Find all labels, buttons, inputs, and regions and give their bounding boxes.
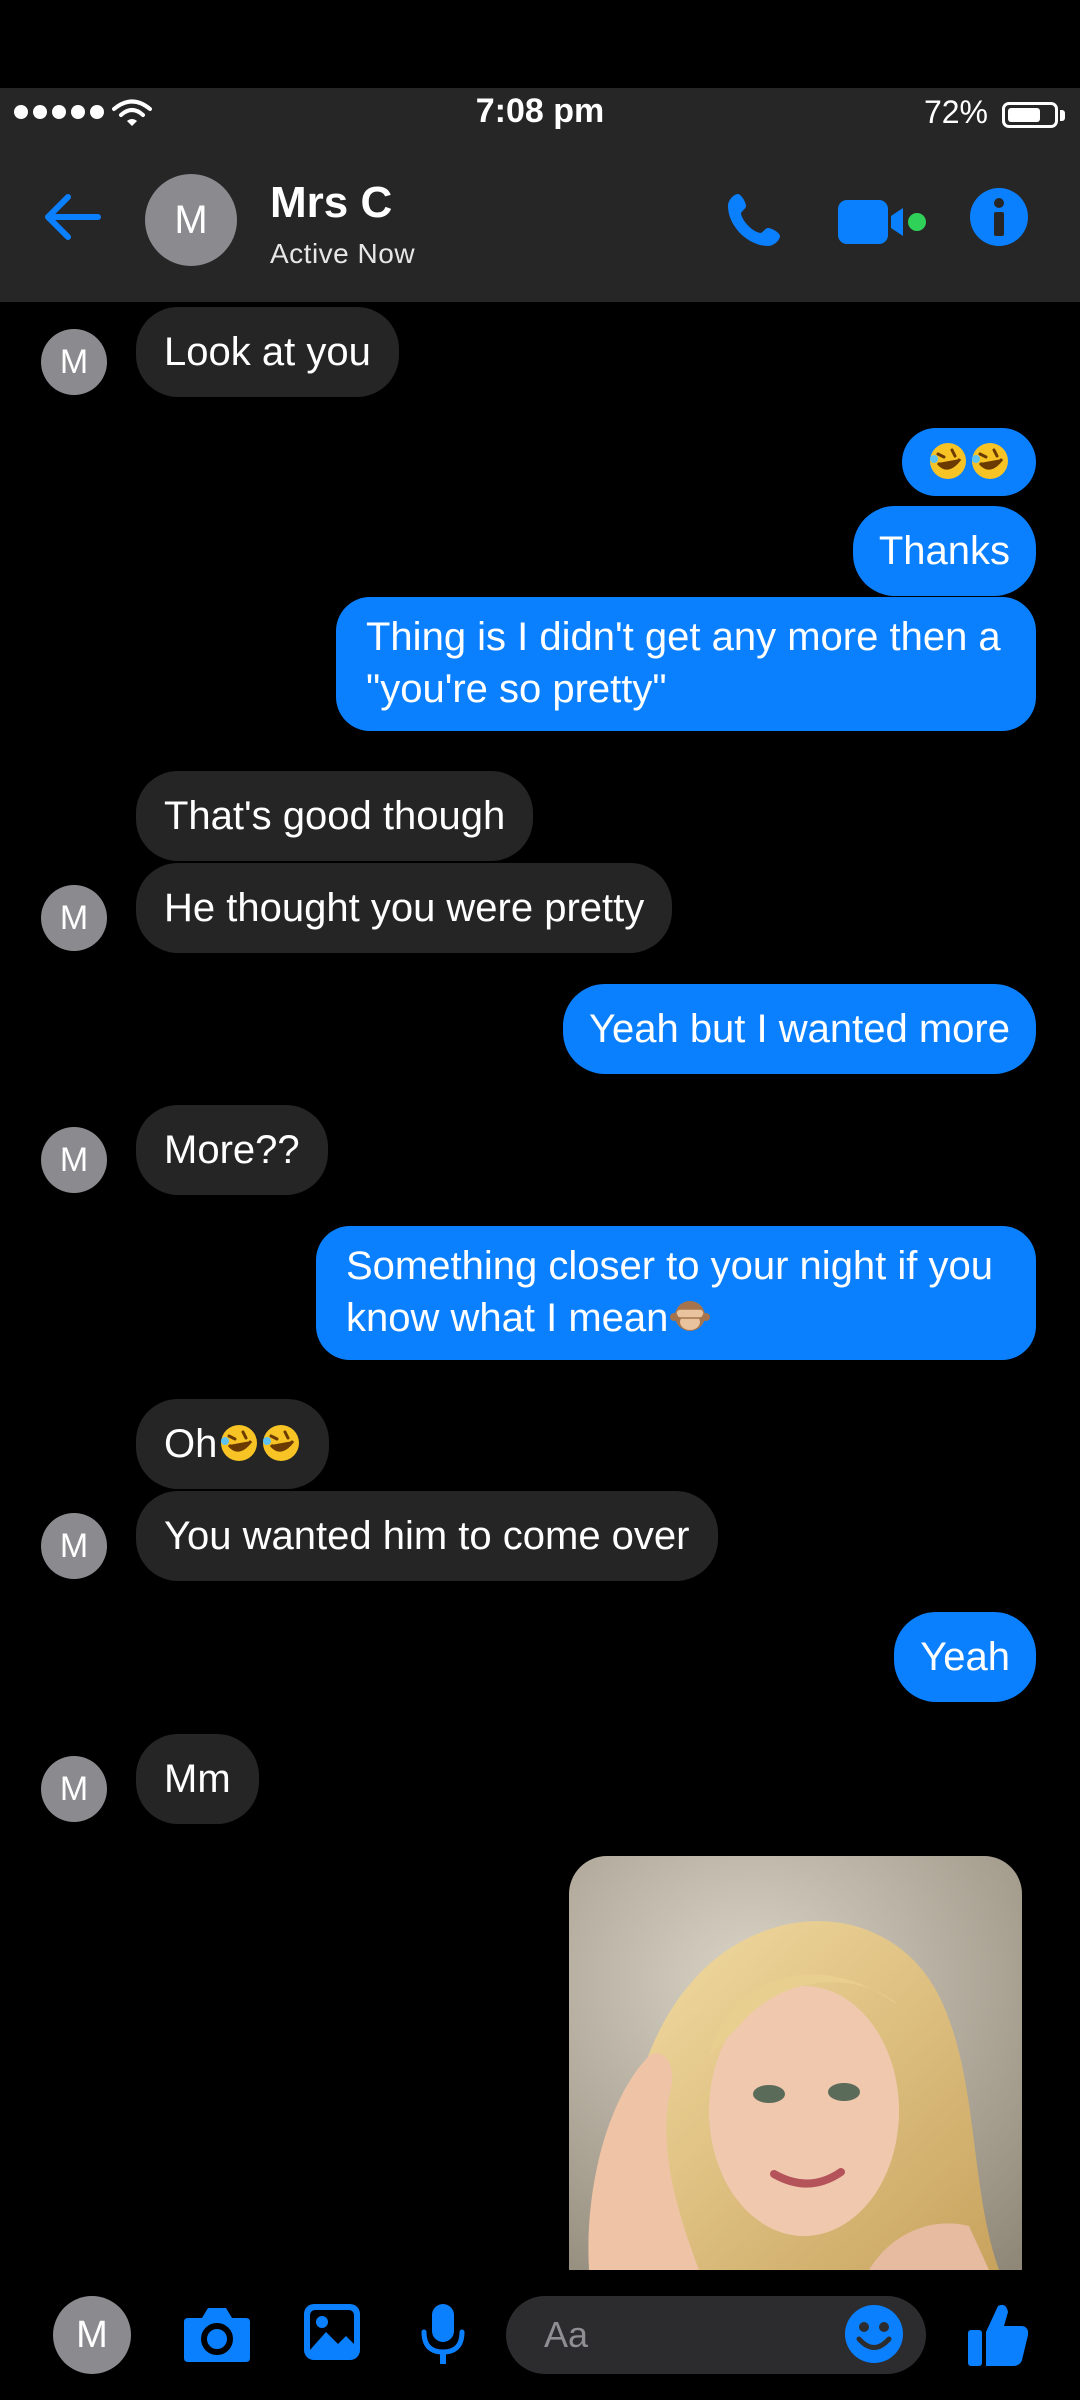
contact-avatar[interactable]: M [145,174,237,266]
video-call-icon[interactable] [836,194,928,250]
message-text: That's good though [164,794,506,838]
message-incoming[interactable]: That's good though [136,771,534,861]
message-incoming[interactable]: He thought you were pretty [136,863,673,953]
emoji-icon[interactable] [844,2304,904,2364]
message-text: Oh [164,1422,218,1466]
message-text: He thought you were pretty [164,886,645,930]
battery-level-fill [1008,108,1040,122]
info-icon[interactable] [968,186,1030,248]
photo-image [569,1856,1022,2270]
sender-avatar[interactable]: M [41,1127,107,1193]
message-incoming[interactable]: You wanted him to come over [136,1491,718,1581]
see-no-evil-monkey-icon [670,1301,711,1331]
microphone-icon[interactable] [420,2302,466,2368]
message-outgoing-emoji[interactable] [902,428,1036,496]
message-text: Yeah [920,1635,1010,1679]
rolling-on-floor-laughing-icon [263,1425,300,1461]
message-outgoing[interactable]: Yeah but I wanted more [562,984,1036,1074]
battery-icon [1002,102,1058,128]
contact-name[interactable]: Mrs C [270,178,392,228]
message-text: You wanted him to come over [164,1514,690,1558]
message-outgoing[interactable]: Thing is I didn't get any more then a "y… [336,597,1036,731]
message-incoming[interactable]: Look at you [136,307,399,397]
status-bar: 7:08 pm 72% [0,88,1080,140]
messenger-screen: 7:08 pm 72% M Mrs C Active Now Look at y… [0,0,1080,2400]
message-text: Look at you [164,330,371,374]
message-text: Mm [164,1757,231,1801]
back-arrow-icon[interactable] [40,184,106,250]
sender-avatar[interactable]: M [41,885,107,951]
sender-avatar[interactable]: M [41,1756,107,1822]
message-input-placeholder: Aa [544,2314,589,2355]
battery-tip [1060,110,1065,121]
gallery-icon[interactable] [302,2302,362,2362]
phone-call-icon[interactable] [722,190,784,252]
message-text-line: "you're so pretty" [366,667,667,711]
rolling-on-floor-laughing-icon [930,443,966,479]
message-composer: M Aa [0,2270,1080,2400]
message-text: Yeah but I wanted more [588,1007,1010,1051]
message-text-line: Thing is I didn't get any more then a [366,615,1001,659]
battery-percentage: 72% [923,94,988,130]
composer-avatar[interactable]: M [53,2296,131,2374]
message-text: Thanks [878,529,1010,573]
camera-icon[interactable] [182,2304,252,2364]
top-black-band [0,0,1080,88]
message-incoming[interactable]: More?? [136,1105,328,1195]
message-outgoing[interactable]: Something closer to your night if you kn… [316,1226,1036,1360]
sender-avatar[interactable]: M [41,329,107,395]
message-incoming[interactable]: Oh [136,1399,330,1489]
message-outgoing[interactable]: Thanks [852,506,1036,596]
contact-status: Active Now [270,238,416,269]
message-text: More?? [164,1128,300,1172]
message-text-line: know what I mean [346,1296,669,1340]
thumbs-up-icon[interactable] [966,2300,1030,2368]
photo-message[interactable] [569,1856,1022,2270]
message-incoming[interactable]: Mm [136,1734,259,1824]
message-text-line: Something closer to your night if you [346,1244,994,1288]
online-status-dot [908,213,926,231]
status-time: 7:08 pm [475,92,605,130]
rolling-on-floor-laughing-icon [972,443,1008,479]
rolling-on-floor-laughing-icon [221,1425,258,1461]
conversation-header: M Mrs C Active Now [0,140,1080,302]
sender-avatar[interactable]: M [41,1513,107,1579]
message-outgoing[interactable]: Yeah [894,1612,1036,1702]
